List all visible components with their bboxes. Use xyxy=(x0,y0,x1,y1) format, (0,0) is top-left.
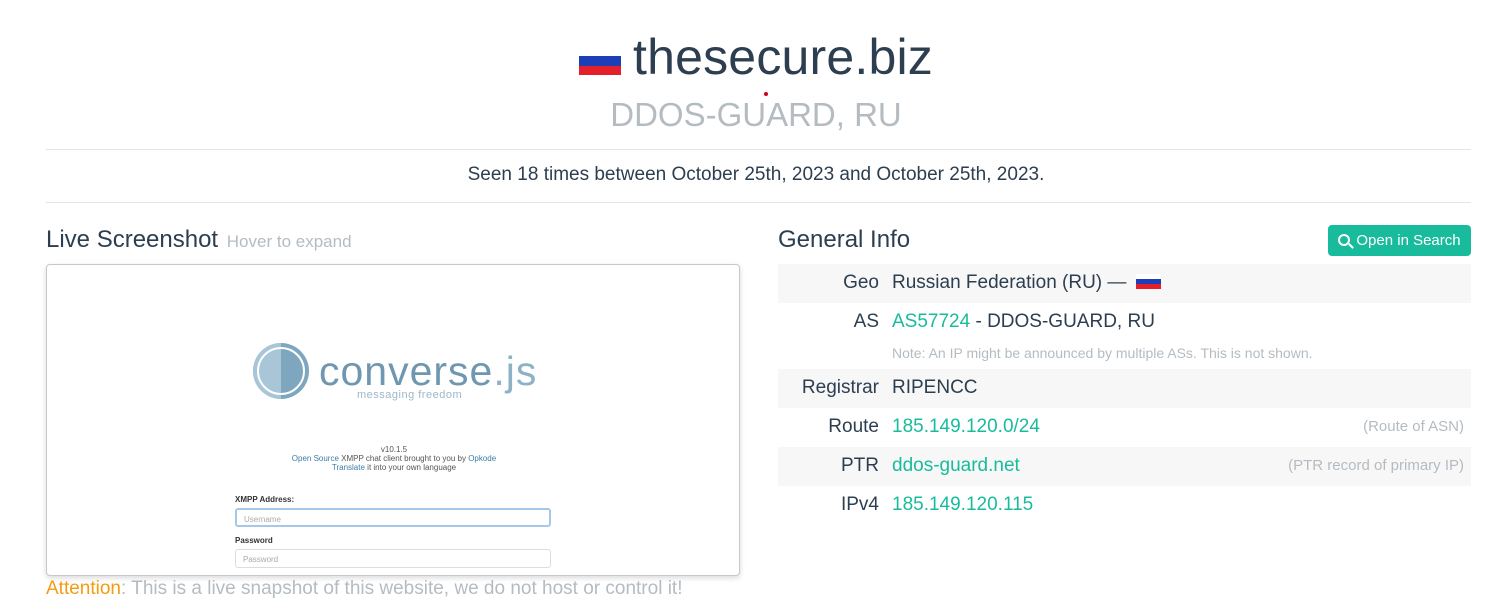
table-row-registrar: Registrar RIPENCC xyxy=(778,369,1471,408)
as-key: AS xyxy=(853,311,879,332)
table-row-as: AS AS57724 - DDOS-GUARD, RU Note: An IP … xyxy=(778,303,1471,369)
open-source-link[interactable]: Open Source xyxy=(292,454,339,463)
opkode-link[interactable]: Opkode xyxy=(468,454,496,463)
password-label: Password xyxy=(235,536,273,545)
table-row-ipv4: IPv4 185.149.120.115 xyxy=(778,486,1471,525)
asn-link[interactable]: AS57724 xyxy=(892,311,970,332)
ptr-value: ddos-guard.net xyxy=(892,455,1020,477)
ptr-link[interactable]: ddos-guard.net xyxy=(892,455,1020,476)
route-aside: (Route of ASN) xyxy=(1363,418,1464,435)
ipv4-key: IPv4 xyxy=(840,494,879,515)
general-info-heading: General Info xyxy=(778,226,911,253)
russia-flag-icon xyxy=(1135,273,1161,289)
live-screenshot-title: Live Screenshot xyxy=(46,226,219,253)
route-key: Route xyxy=(828,416,879,437)
registrar-key: Registrar xyxy=(801,377,879,398)
route-link[interactable]: 185.149.120.0/24 xyxy=(892,416,1040,437)
table-row-ptr: PTR ddos-guard.net (PTR record of primar… xyxy=(778,447,1471,486)
attention-notice: Attention: This is a live snapshot of th… xyxy=(46,578,682,600)
table-row-route: Route 185.149.120.0/24 (Route of ASN) xyxy=(778,408,1471,447)
username-input[interactable]: Username xyxy=(235,508,551,527)
live-screenshot-heading: Live Screenshot Hover to expand xyxy=(46,226,352,254)
open-in-search-label: Open in Search xyxy=(1356,232,1461,249)
geo-value: Russian Federation (RU) — xyxy=(892,272,1161,294)
ipv4-value: 185.149.120.115 xyxy=(892,494,1033,516)
search-icon xyxy=(1338,233,1351,246)
ptr-aside: (PTR record of primary IP) xyxy=(1288,457,1464,474)
translate-line: Translate it into your own language xyxy=(331,463,457,472)
hover-hint: Hover to expand xyxy=(226,232,352,251)
ipv4-link[interactable]: 185.149.120.115 xyxy=(892,494,1033,515)
converse-version-info: v10.1.5 Open Source XMPP chat client bro… xyxy=(47,445,739,472)
geo-key: Geo xyxy=(843,272,879,293)
xmpp-address-label: XMPP Address: xyxy=(235,495,295,504)
russia-flag-icon xyxy=(579,47,621,75)
converse-tagline: messaging freedom xyxy=(357,389,463,401)
password-input[interactable]: Password xyxy=(235,549,551,568)
divider-top xyxy=(46,149,1471,150)
registrar-value: RIPENCC xyxy=(892,377,978,398)
page-title: thesecure.biz xyxy=(633,29,933,85)
converse-yin-yang-icon xyxy=(253,343,309,399)
ptr-key: PTR xyxy=(841,455,879,476)
credits-line: Open Source XMPP chat client brought to … xyxy=(291,454,497,463)
translate-link[interactable]: Translate xyxy=(332,463,365,472)
page-subtitle: DDOS-GUARD, RU xyxy=(610,96,902,133)
open-in-search-button[interactable]: Open in Search xyxy=(1328,225,1471,256)
divider-bottom xyxy=(46,202,1471,203)
site-title-row: thesecure.biz xyxy=(0,28,1512,86)
route-value: 185.149.120.0/24 xyxy=(892,416,1040,438)
live-screenshot-frame[interactable]: converse.js messaging freedom v10.1.5 Op… xyxy=(46,264,740,576)
as-value: AS57724 - DDOS-GUARD, RU xyxy=(892,311,1155,332)
seen-summary: Seen 18 times between October 25th, 2023… xyxy=(467,164,1045,185)
table-row-geo: Geo Russian Federation (RU) — xyxy=(778,264,1471,303)
attention-label: Attention xyxy=(46,578,121,599)
as-note: Note: An IP might be announced by multip… xyxy=(892,345,1313,361)
general-info-table: Geo Russian Federation (RU) — AS AS57724… xyxy=(778,264,1471,525)
attention-text: : This is a live snapshot of this websit… xyxy=(121,578,683,599)
version-text: v10.1.5 xyxy=(380,445,408,454)
converse-logo-text: converse.js xyxy=(319,347,538,394)
